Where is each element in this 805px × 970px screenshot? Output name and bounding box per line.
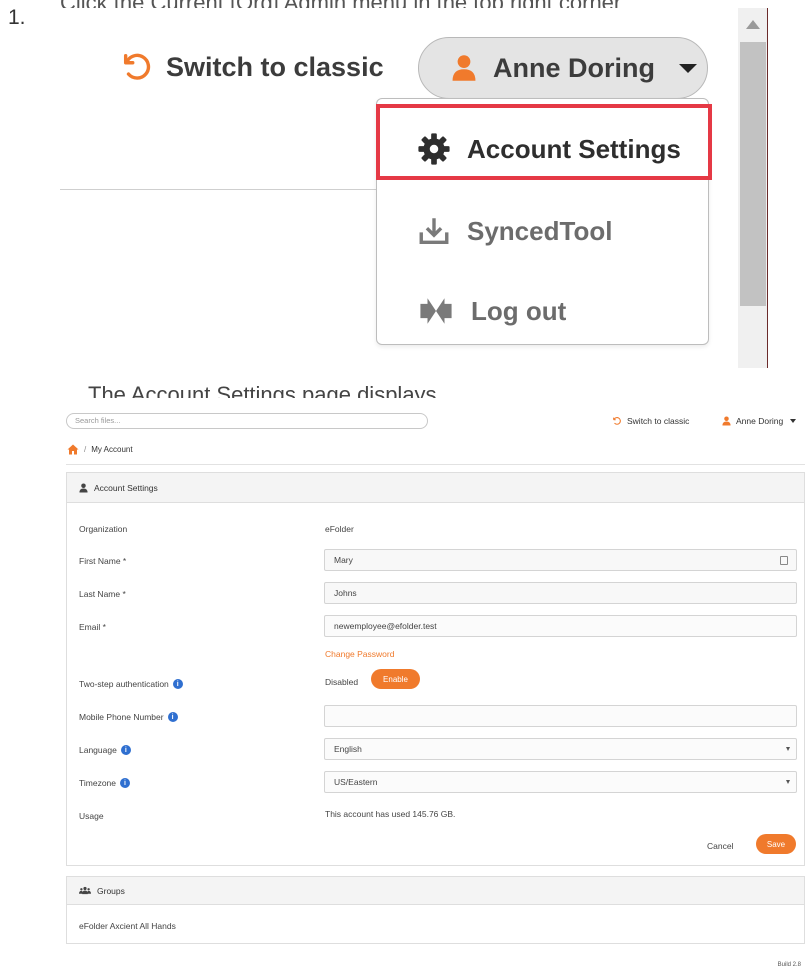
two-step-status: Disabled — [325, 677, 359, 687]
zoomed-header-region: Switch to classic Anne Doring Account Se… — [60, 8, 768, 368]
breadcrumb-divider — [66, 464, 805, 465]
info-icon[interactable]: i — [172, 679, 183, 689]
search-input[interactable]: Search files... — [66, 413, 428, 429]
last-name-label: Last Name * — [79, 589, 126, 599]
scrollbar[interactable] — [738, 8, 768, 368]
caret-down-icon — [679, 63, 697, 73]
user-name: Anne Doring — [736, 416, 784, 426]
panel-title: Account Settings — [94, 482, 158, 493]
group-item[interactable]: eFolder Axcient All Hands — [79, 921, 176, 931]
last-name-field[interactable]: Johns — [324, 582, 797, 604]
organization-label: Organization — [79, 524, 128, 534]
user-menu-button[interactable]: Anne Doring — [418, 37, 708, 99]
email-field[interactable]: newemployee@efolder.test — [324, 615, 797, 637]
highlight-box — [376, 104, 712, 180]
caret-down-icon — [790, 419, 797, 423]
undo-icon — [123, 53, 151, 80]
switch-to-classic-label: Switch to classic — [166, 51, 384, 82]
usage-value: This account has used 145.76 GB. — [325, 809, 456, 819]
build-version: Build 2.8 — [777, 962, 801, 968]
user-icon — [79, 483, 88, 492]
account-settings-panel: Account Settings Organization eFolder Fi… — [66, 472, 805, 866]
organization-value: eFolder — [325, 524, 354, 534]
scroll-up-arrow-icon[interactable] — [746, 20, 760, 29]
user-menu-button[interactable]: Anne Doring — [722, 416, 797, 426]
user-name: Anne Doring — [493, 52, 655, 83]
select-caret-icon — [786, 747, 790, 751]
header-divider — [60, 189, 378, 190]
switch-to-classic-label: Switch to classic — [627, 416, 690, 426]
two-step-label: Two-step authentication i — [79, 679, 183, 689]
scrollbar-thumb[interactable] — [740, 42, 766, 306]
change-password-link[interactable]: Change Password — [325, 649, 394, 659]
cancel-button[interactable]: Cancel — [707, 841, 733, 851]
undo-icon — [613, 417, 621, 425]
user-icon — [452, 55, 476, 81]
language-select[interactable]: English — [324, 738, 797, 760]
step-number: 1. — [8, 6, 26, 29]
menu-item-label: Log out — [471, 295, 567, 326]
panel-header: Account Settings — [67, 473, 804, 503]
mobile-phone-field[interactable] — [324, 705, 797, 727]
timezone-select[interactable]: US/Eastern — [324, 771, 797, 793]
switch-to-classic-link[interactable]: Switch to classic — [612, 416, 689, 426]
groups-title: Groups — [97, 885, 125, 896]
first-name-label: First Name * — [79, 556, 127, 566]
breadcrumb-current: My Account — [91, 445, 133, 454]
info-icon[interactable]: i — [120, 778, 131, 788]
language-label: Language i — [79, 745, 131, 755]
account-settings-screenshot: Search files... Switch to classic Anne D… — [60, 404, 805, 970]
enable-button[interactable]: Enable — [371, 669, 420, 689]
user-icon — [722, 416, 731, 426]
step-caption: The Account Settings page displays. — [88, 382, 443, 398]
usage-label: Usage — [79, 811, 104, 821]
download-icon — [419, 218, 449, 245]
menu-item-label: SyncedTool — [467, 215, 613, 246]
info-icon[interactable]: i — [167, 712, 178, 722]
step-instruction: Click the Current [Org] Admin menu in th… — [60, 0, 680, 8]
info-icon[interactable]: i — [120, 745, 131, 755]
groups-header: Groups — [67, 877, 804, 905]
contact-card-icon — [780, 556, 788, 565]
users-icon — [79, 886, 91, 895]
switch-to-classic-link[interactable]: Switch to classic — [120, 50, 384, 84]
timezone-label: Timezone i — [79, 778, 131, 788]
first-name-field[interactable]: Mary — [324, 549, 797, 571]
select-caret-icon — [786, 780, 790, 784]
groups-panel: Groups eFolder Axcient All Hands — [66, 876, 805, 944]
mobile-phone-label: Mobile Phone Number i — [79, 712, 178, 722]
logout-icon — [420, 298, 452, 324]
home-icon[interactable] — [67, 444, 79, 455]
breadcrumb: / My Account — [67, 444, 133, 455]
menu-item-syncedtool[interactable]: SyncedTool — [377, 195, 708, 267]
save-button[interactable]: Save — [756, 834, 796, 854]
email-label: Email * — [79, 622, 106, 632]
menu-item-log-out[interactable]: Log out — [377, 275, 708, 347]
